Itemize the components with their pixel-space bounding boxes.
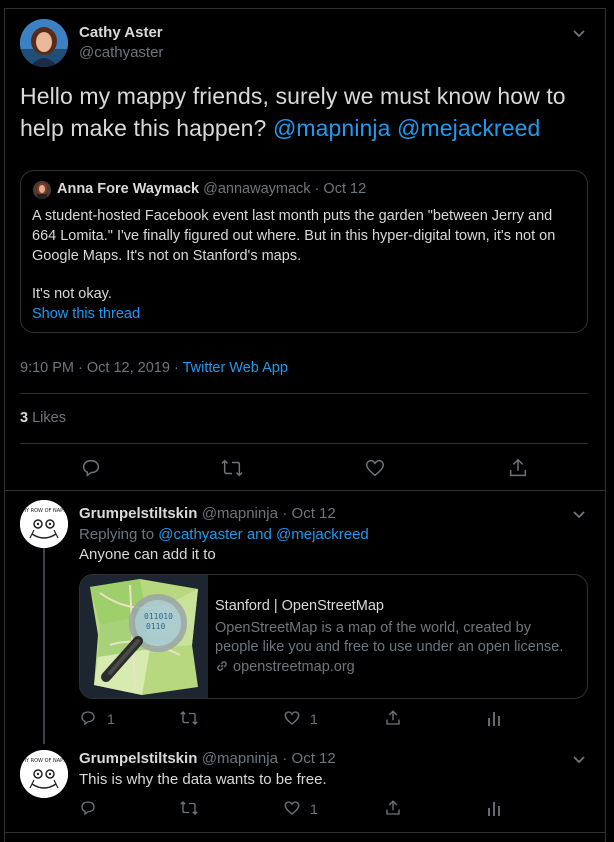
thread-connector [43, 548, 45, 744]
retweet-icon[interactable] [179, 799, 199, 817]
tweet-meta: 9:10 PM · Oct 12, 2019 · Twitter Web App [20, 360, 288, 376]
link-card-description-line: people like you and free to use under an… [215, 639, 564, 655]
reply-2-header: Grumpelstiltskin @mapninja · Oct 12 [79, 750, 336, 768]
quoted-header: Anna Fore Waymack @annawaymack · Oct 12 [57, 181, 366, 197]
avatar-grumpelstiltskin[interactable]: MY ROW OF NAPS [20, 750, 68, 798]
reply-1-author-handle[interactable]: @mapninja [202, 505, 278, 522]
retweet-icon[interactable] [220, 457, 244, 479]
tweet-timestamp[interactable]: 9:10 PM · Oct 12, 2019 [20, 360, 170, 376]
quoted-line: It's not okay. [32, 286, 112, 302]
reply-1-like-count: 1 [310, 711, 318, 727]
likes-label: Likes [32, 410, 66, 426]
author-handle[interactable]: @cathyaster [79, 44, 163, 61]
svg-text:MY ROW OF NAPS: MY ROW OF NAPS [22, 508, 67, 514]
reply-1-header: Grumpelstiltskin @mapninja · Oct 12 [79, 505, 336, 523]
reply-2-like-count: 1 [310, 801, 318, 817]
quoted-line: 664 Lomita." I've finally figured out wh… [32, 228, 556, 244]
author-name[interactable]: Cathy Aster [79, 24, 163, 41]
reply-2-author-handle[interactable]: @mapninja [202, 750, 278, 767]
link-card-description-line: OpenStreetMap is a map of the world, cre… [215, 620, 531, 636]
likes-stat[interactable]: 3 Likes [20, 410, 66, 426]
retweet-icon[interactable] [179, 709, 199, 727]
link-card-title: Stanford | OpenStreetMap [215, 598, 385, 614]
reply-2-author-name[interactable]: Grumpelstiltskin [79, 750, 197, 767]
svg-text:0110: 0110 [146, 622, 165, 631]
like-icon[interactable] [283, 709, 301, 727]
reply-2-date[interactable]: · Oct 12 [282, 750, 335, 767]
reply-1-text: Anyone can add it to [79, 546, 216, 563]
like-icon[interactable] [364, 457, 386, 479]
reply-icon[interactable] [79, 799, 97, 817]
reply-1-author-name[interactable]: Grumpelstiltskin [79, 505, 197, 522]
tweet-source[interactable]: Twitter Web App [183, 360, 288, 376]
avatar-grumpelstiltskin[interactable]: MY ROW OF NAPS [20, 500, 68, 548]
quoted-tweet[interactable]: Anna Fore Waymack @annawaymack · Oct 12 … [20, 170, 588, 333]
link-card-description: OpenStreetMap is a map of the world, cre… [215, 619, 563, 657]
quoted-line: Google Maps. It's not on Stanford's maps… [32, 248, 302, 264]
replying-to-users[interactable]: @cathyaster and @mejackreed [158, 526, 369, 543]
link-card-domain: openstreetmap.org [233, 659, 355, 675]
tweet-text: Hello my mappy friends, surely we must k… [20, 80, 590, 144]
svg-text:011010: 011010 [144, 612, 173, 621]
mention-mapninja[interactable]: @mapninja [273, 115, 391, 141]
divider [4, 490, 606, 491]
like-icon[interactable] [283, 799, 301, 817]
osm-logo: 011010 0110 [80, 575, 208, 698]
divider [20, 393, 588, 394]
avatar-cathy[interactable] [20, 19, 68, 67]
chevron-down-icon[interactable] [572, 752, 586, 766]
avatar-anna [33, 181, 51, 199]
likes-count: 3 [20, 410, 29, 426]
reply-1-replying-to: Replying to @cathyaster and @mejackreed [79, 526, 369, 543]
reply-1-reply-count: 1 [107, 711, 115, 727]
divider [20, 443, 588, 444]
quoted-author-name[interactable]: Anna Fore Waymack [57, 181, 199, 197]
analytics-icon[interactable] [486, 709, 502, 727]
share-icon[interactable] [507, 457, 529, 479]
svg-text:MY ROW OF NAPS: MY ROW OF NAPS [22, 758, 67, 764]
replying-to-label: Replying to [79, 526, 155, 543]
divider [4, 832, 606, 833]
mention-mejackreed[interactable]: @mejackreed [397, 115, 540, 141]
analytics-icon[interactable] [486, 799, 502, 817]
link-icon [215, 659, 229, 677]
chevron-down-icon[interactable] [572, 26, 586, 40]
share-icon[interactable] [384, 709, 402, 727]
link-card[interactable]: 011010 0110 Stanford | OpenStreetMap Ope… [79, 574, 588, 699]
quoted-text: A student-hosted Facebook event last mon… [32, 206, 582, 304]
reply-2-text: This is why the data wants to be free. [79, 771, 327, 788]
meta-separator: · [173, 360, 179, 376]
chevron-down-icon[interactable] [572, 507, 586, 521]
link-card-domain-row: openstreetmap.org [215, 659, 355, 677]
show-thread-link[interactable]: Show this thread [32, 306, 140, 322]
reply-icon[interactable] [80, 457, 102, 479]
quoted-author-handle[interactable]: @annawaymack [203, 181, 310, 197]
quoted-line: A student-hosted Facebook event last mon… [32, 208, 553, 224]
reply-1-date[interactable]: · Oct 12 [282, 505, 335, 522]
reply-icon[interactable] [79, 709, 97, 727]
quoted-date[interactable]: · Oct 12 [315, 181, 367, 197]
share-icon[interactable] [384, 799, 402, 817]
